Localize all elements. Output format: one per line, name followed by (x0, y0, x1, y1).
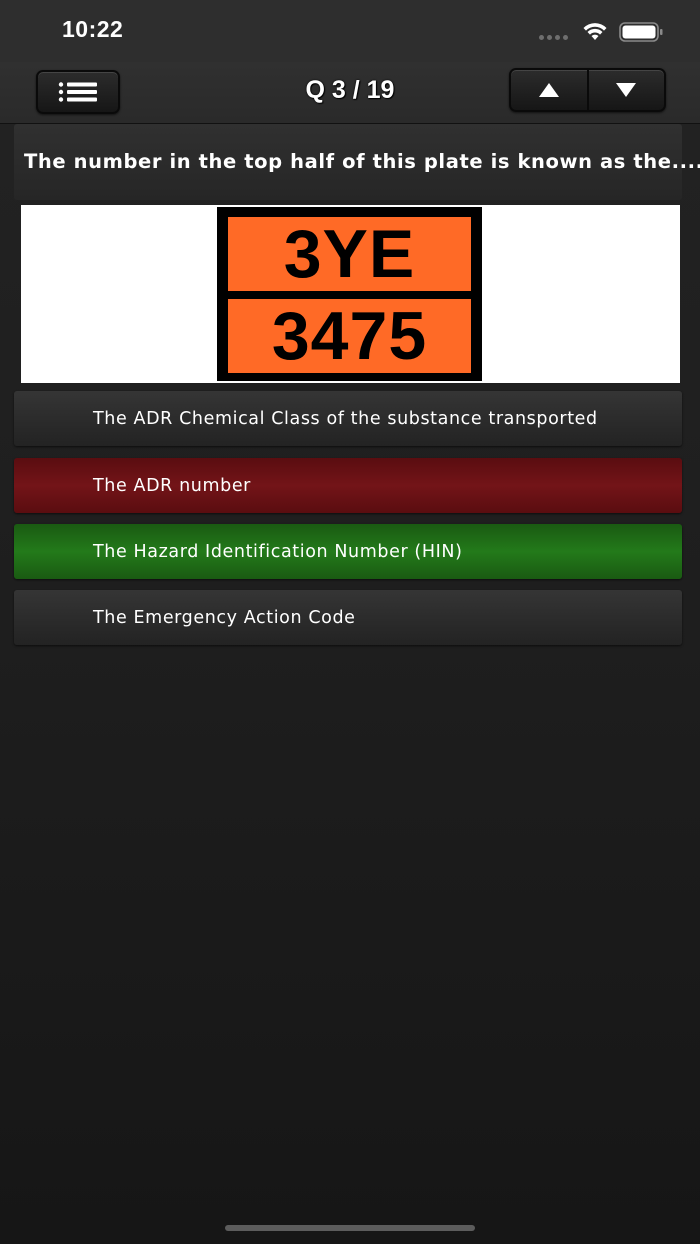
list-icon (58, 82, 97, 102)
question-counter: Q 3 / 19 (305, 76, 395, 104)
next-question-button[interactable] (589, 70, 665, 110)
question-panel: The number in the top half of this plate… (14, 124, 700, 200)
answer-option[interactable]: The Emergency Action Code (14, 590, 682, 645)
triangle-up-icon (538, 83, 559, 97)
answer-option[interactable]: The ADR Chemical Class of the substance … (14, 391, 682, 446)
plate-bottom-number: 3475 (228, 298, 471, 374)
menu-button[interactable] (36, 70, 120, 114)
previous-question-button[interactable] (511, 70, 589, 110)
answer-label: The Emergency Action Code (93, 608, 356, 628)
home-indicator[interactable] (225, 1225, 475, 1231)
answer-option-correct[interactable]: The Hazard Identification Number (HIN) (14, 524, 682, 579)
answer-label: The ADR number (93, 476, 251, 496)
question-image: 3YE 3475 (21, 205, 680, 383)
signal-dots-icon (539, 35, 571, 40)
question-navigation (509, 68, 666, 112)
answer-label: The ADR Chemical Class of the substance … (93, 409, 598, 429)
battery-icon (619, 22, 663, 42)
hazard-plate: 3YE 3475 (217, 207, 482, 381)
status-bar: 10:22 (0, 0, 700, 62)
answer-label: The Hazard Identification Number (HIN) (93, 542, 463, 562)
plate-top-number: 3YE (228, 216, 471, 292)
triangle-down-icon (616, 83, 637, 97)
status-time: 10:22 (62, 16, 124, 42)
wifi-icon (583, 23, 607, 40)
navigation-bar: Q 3 / 19 (0, 62, 700, 124)
quiz-screen: 10:22 Q 3 / 19 The number in the top hal… (0, 0, 700, 1244)
answer-option-wrong[interactable]: The ADR number (14, 458, 682, 513)
question-text: The number in the top half of this plate… (24, 150, 700, 173)
